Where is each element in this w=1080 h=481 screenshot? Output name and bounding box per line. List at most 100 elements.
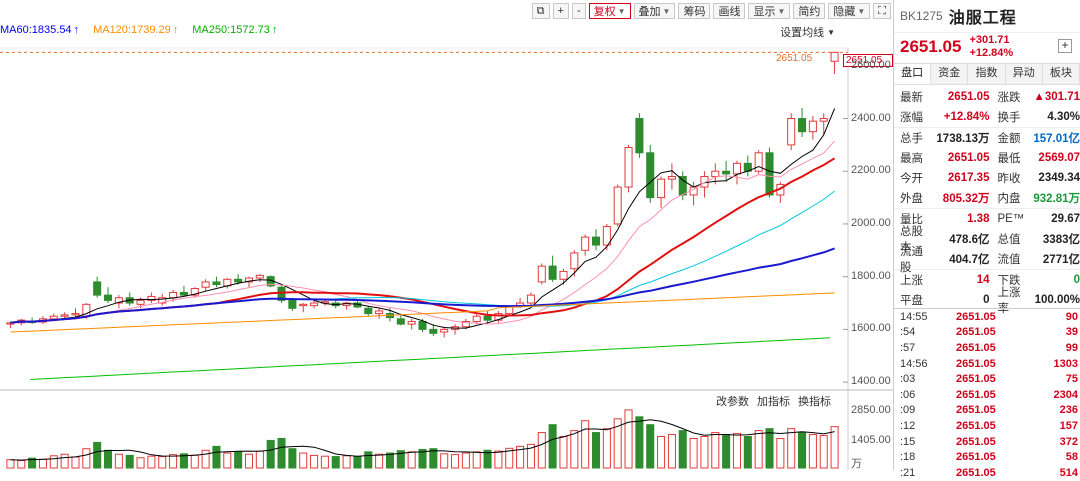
- quote-value: 2617.35: [947, 172, 990, 184]
- volume-bar: [288, 448, 297, 469]
- quote-value: 2771亿: [1042, 254, 1080, 266]
- price-tick: 2400.00: [851, 111, 891, 124]
- candle-body: [798, 118, 807, 133]
- tick-row: :57 2651.05 99: [894, 340, 1080, 356]
- kline-chart-panel[interactable]: ⧉ + - 复权 ▼ 叠加 ▼ 筹码 画线 显示 ▼ 简约 隐藏 ▼ ⛶ MA60:1835.54 ↑ MA12…: [0, 0, 893, 470]
- candle-body: [299, 303, 308, 307]
- quote-value: 404.7亿: [949, 254, 990, 266]
- tab-1[interactable]: 资金: [931, 64, 969, 84]
- candle-body: [548, 265, 557, 280]
- current-price-dash-label: 2651.05: [776, 53, 813, 64]
- quote-label: 金额: [997, 133, 1021, 145]
- tick-time: :21: [900, 466, 916, 479]
- volume-bar: [472, 451, 481, 469]
- quote-label: 换手: [997, 112, 1021, 124]
- tick-time: :54: [900, 326, 916, 339]
- candle-body: [136, 299, 145, 305]
- volume-bar: [255, 450, 264, 469]
- candle-body: [179, 291, 188, 296]
- quote-value: ▲301.71: [1033, 91, 1080, 103]
- tick-time: :09: [900, 404, 916, 417]
- candle-body: [635, 118, 644, 154]
- volume-bar: [830, 426, 839, 469]
- copy-button[interactable]: ⧉: [531, 3, 550, 19]
- volume-bar: [49, 455, 58, 469]
- tab-2[interactable]: 指数: [968, 64, 1006, 84]
- candle-body: [201, 281, 210, 288]
- quote-value: 3383亿: [1042, 234, 1080, 246]
- quote-value: 1.38: [967, 213, 990, 225]
- volume-bar: [223, 452, 232, 469]
- candle-body: [255, 274, 264, 279]
- volume-bar: [114, 453, 123, 469]
- tick-list[interactable]: 14:55 2651.05 90:54 2651.05 39:57 2651.05 99 14…: [894, 308, 1080, 481]
- price-axis: 2600.00 2400.00 2200.00 2000.00 1800.00 1600.…: [848, 0, 893, 400]
- tick-vol: 1303: [1053, 357, 1078, 370]
- add-indicator-button[interactable]: 加指标: [757, 393, 790, 409]
- change-params-button[interactable]: 改参数: [716, 393, 749, 409]
- candle-body: [472, 315, 481, 322]
- volume-bar: [375, 453, 384, 469]
- add-watchlist-button[interactable]: +: [1058, 39, 1072, 53]
- volume-bar: [71, 456, 80, 469]
- candle-body: [722, 170, 731, 175]
- last-price: 2651.05: [900, 37, 962, 56]
- change-stack: +301.71 +12.84%: [969, 34, 1013, 60]
- candle-body: [93, 281, 102, 296]
- volume-toolbar: 改参数 加指标 换指标: [716, 393, 831, 409]
- candle-body: [103, 294, 113, 301]
- volume-bar: [624, 409, 633, 469]
- quote-row: 最高 2651.05 最低 2569.07: [894, 148, 1080, 168]
- tick-price: 2651.05: [956, 373, 996, 386]
- candle-body: [819, 118, 828, 122]
- candle-body: [537, 265, 546, 283]
- ma-settings-button[interactable]: 设置均线 ▼: [780, 24, 835, 40]
- stock-code: BK1275: [900, 9, 943, 23]
- toolbar-button[interactable]: +: [552, 3, 569, 19]
- chart-toolbar: ⧉ + - 复权 ▼ 叠加 ▼ 筹码 画线 显示 ▼ 简约 隐藏 ▼ ⛶: [529, 2, 891, 20]
- candle-body: [570, 252, 579, 270]
- volume-bar: [678, 430, 687, 469]
- ma-legend-label: MA120:1739.29: [93, 24, 171, 36]
- tab-4[interactable]: 板块: [1042, 64, 1080, 84]
- toolbar-button-label: 显示: [753, 6, 776, 18]
- toolbar-button-label: 简约: [798, 6, 821, 18]
- quote-value: 805.32万: [942, 193, 990, 205]
- volume-bar: [266, 439, 275, 469]
- volume-bar: [537, 432, 546, 469]
- toolbar-button[interactable]: -: [571, 3, 586, 19]
- price-tick: 2200.00: [851, 164, 891, 177]
- arrow-up-icon: ↑: [73, 24, 80, 36]
- tick-vol: 75: [1065, 373, 1078, 386]
- volume-bar: [819, 435, 828, 469]
- tab-0[interactable]: 盘口: [894, 64, 932, 84]
- toolbar-button[interactable]: 筹码: [678, 3, 711, 19]
- toolbar-button[interactable]: 简约: [793, 3, 826, 19]
- volume-bar: [82, 448, 91, 469]
- candle-body: [396, 318, 405, 325]
- tick-time: :06: [900, 388, 916, 401]
- switch-indicator-button[interactable]: 换指标: [798, 393, 831, 409]
- quote-value: +12.84%: [943, 111, 990, 123]
- quote-value: 14: [976, 274, 990, 286]
- chevron-down-icon: ▼: [777, 6, 786, 16]
- candle-body: [234, 278, 243, 283]
- candle-body: [624, 147, 633, 188]
- candle-body: [591, 236, 601, 246]
- volume-bar: [798, 432, 807, 469]
- quote-row: 总手 1738.13万 金额 157.01亿: [894, 128, 1080, 148]
- toolbar-button-label: 筹码: [683, 6, 706, 18]
- toolbar-button-label: 叠加: [638, 6, 661, 18]
- tab-3[interactable]: 异动: [1005, 64, 1043, 84]
- volume-bar: [60, 453, 69, 469]
- volume-unit: 万: [851, 458, 862, 470]
- toolbar-button[interactable]: 复权 ▼: [588, 3, 631, 19]
- toolbar-button[interactable]: 显示 ▼: [748, 3, 791, 19]
- tick-row: :12 2651.05 157: [894, 418, 1080, 434]
- volume-bar: [548, 424, 557, 469]
- volume-bar: [136, 457, 145, 469]
- volume-bar: [429, 448, 438, 469]
- ma-legend: MA60:1835.54 ↑ MA120:1739.29 ↑ MA250:1572.73…: [0, 24, 277, 36]
- toolbar-button[interactable]: 叠加 ▼: [633, 3, 676, 19]
- toolbar-button[interactable]: 画线: [713, 3, 746, 19]
